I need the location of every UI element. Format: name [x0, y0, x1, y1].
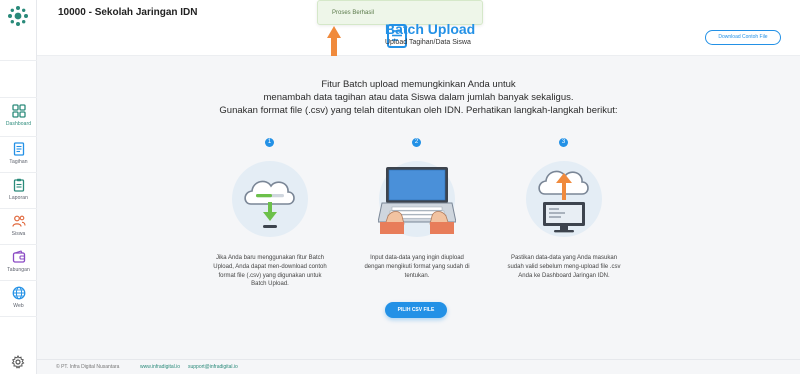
- footer: © PT. Infra Digital Nusantara www.infrad…: [37, 359, 800, 374]
- sidebar-item-label: Web: [13, 303, 24, 309]
- sidebar: Dashboard Tagihan Laporan Siswa Tabungan…: [0, 0, 37, 374]
- desc-line: format file (.csv) yang digunakan untuk: [218, 272, 322, 279]
- desc-line: tentukan.: [404, 272, 430, 279]
- sidebar-item-tagihan[interactable]: Tagihan: [0, 138, 37, 174]
- pick-csv-button[interactable]: PILIH CSV FILE: [385, 302, 447, 318]
- logo-icon[interactable]: [7, 5, 29, 27]
- desc-line: Jika Anda baru menggunakan fitur Batch: [215, 255, 325, 261]
- sidebar-item-label: Laporan: [8, 195, 29, 201]
- desc-line: Upload, Anda dapat men-download contoh: [213, 263, 327, 270]
- sidebar-divider: [0, 172, 37, 173]
- report-icon: [13, 178, 24, 192]
- desc-line: Anda ke Dashboard Jaringan IDN.: [518, 272, 610, 279]
- step-number-3: 3: [559, 138, 568, 147]
- sidebar-divider: [0, 136, 37, 137]
- sidebar-item-laporan[interactable]: Laporan: [0, 174, 37, 210]
- sidebar-item-label: Tabungan: [7, 267, 30, 273]
- sidebar-divider: [0, 244, 37, 245]
- step-number-2: 2: [412, 138, 421, 147]
- desc-line: dengan mengikuti format yang sudah di: [364, 263, 470, 270]
- dashboard-icon: [11, 104, 26, 118]
- sidebar-item-label: Tagihan: [9, 159, 28, 165]
- desc-line: Batch Upload.: [251, 281, 289, 288]
- intro-line: Gunakan format file (.csv) yang telah di…: [219, 105, 618, 116]
- sidebar-item-label: Siswa: [11, 231, 26, 237]
- sidebar-divider: [0, 280, 37, 281]
- footer-website-link[interactable]: www.infradigital.io: [140, 364, 180, 370]
- gear-icon[interactable]: [11, 355, 25, 369]
- wallet-icon: [12, 250, 25, 263]
- sidebar-item-dashboard[interactable]: Dashboard: [0, 100, 37, 136]
- desc-line: sudah valid sebelum meng-upload file .cs…: [507, 263, 621, 270]
- invoice-icon: [13, 142, 24, 156]
- footer-copyright: © PT. Infra Digital Nusantara: [56, 364, 120, 370]
- cloud-upload-icon: [526, 161, 602, 237]
- sidebar-item-siswa[interactable]: Siswa: [0, 210, 37, 246]
- intro-line: Fitur Batch upload memungkinkan Anda unt…: [321, 79, 516, 90]
- arrow-up-icon: [327, 26, 341, 56]
- top-bar: 10000 - Sekolah Jaringan IDN Proses Berh…: [37, 0, 800, 56]
- students-icon: [11, 215, 26, 227]
- sidebar-divider: [0, 208, 37, 209]
- globe-icon: [12, 286, 25, 300]
- desc-line: Pastikan data-data yang Anda masukan: [510, 255, 618, 261]
- sidebar-divider: [0, 60, 37, 61]
- step-description-2: Input data-data yang ingin diupload deng…: [347, 254, 487, 280]
- toast-message: Proses Berhasil: [332, 10, 375, 16]
- step-number-1: 1: [265, 138, 274, 147]
- desc-line: Input data-data yang ingin diupload: [370, 255, 464, 261]
- school-name: 10000 - Sekolah Jaringan IDN: [58, 7, 198, 18]
- step-description-3: Pastikan data-data yang Anda masukan sud…: [494, 254, 634, 280]
- step-description-1: Jika Anda baru menggunakan fitur Batch U…: [200, 254, 340, 289]
- sidebar-divider: [0, 97, 37, 98]
- download-sample-button[interactable]: Download Contoh File: [705, 30, 781, 45]
- page-subtitle: Upload Tagihan/Data Siswa: [385, 39, 471, 46]
- sidebar-item-label: Dashboard: [5, 121, 32, 127]
- footer-email-link[interactable]: support@infradigital.io: [188, 364, 238, 370]
- intro-text: Fitur Batch upload memungkinkan Anda unt…: [37, 78, 800, 117]
- sidebar-item-tabungan[interactable]: Tabungan: [0, 246, 37, 282]
- cloud-download-icon: [232, 161, 308, 237]
- page-title: Batch Upload: [385, 21, 476, 37]
- laptop-typing-icon: [378, 161, 456, 237]
- intro-line: menambah data tagihan atau data Siswa da…: [263, 92, 574, 103]
- sidebar-divider: [0, 316, 37, 317]
- sidebar-item-web[interactable]: Web: [0, 282, 37, 318]
